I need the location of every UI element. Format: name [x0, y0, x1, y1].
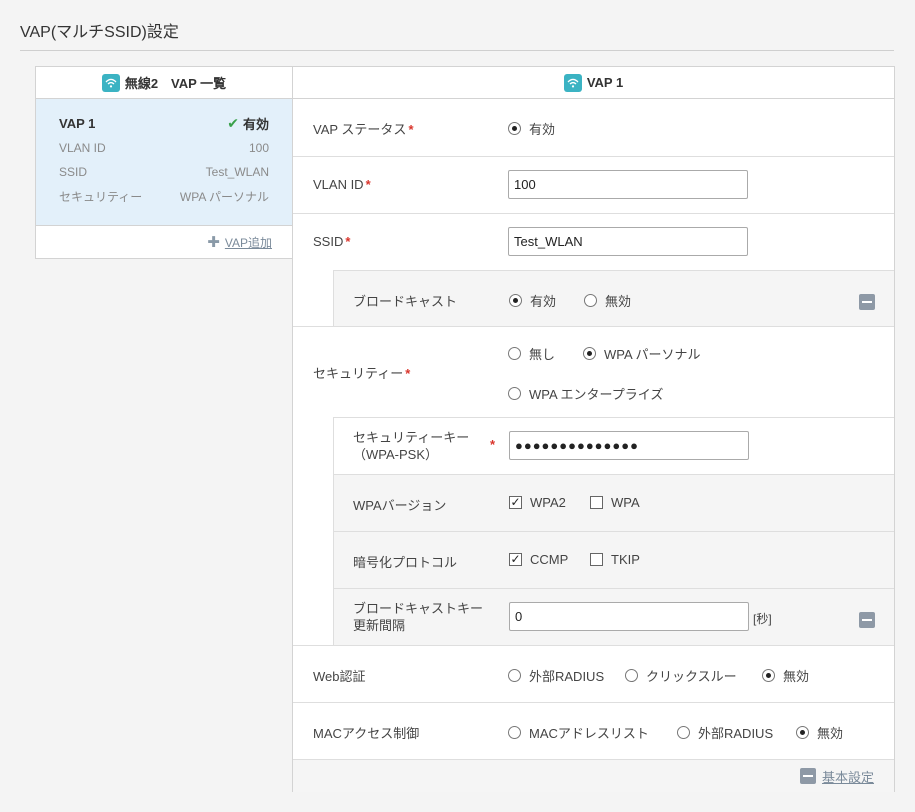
vlan-id-row: VLAN ID * — [293, 157, 894, 214]
basic-settings-footer: 基本設定 — [293, 760, 894, 792]
ssid-label: SSID * — [313, 234, 351, 249]
broadcast-key-label: ブロードキャストキー 更新間隔 — [353, 601, 484, 633]
page-title: VAP(マルチSSID)設定 — [20, 24, 179, 41]
security-row: セキュリティー * 無し WPA パーソナル WPA エンタープライズ セキュリテ… — [293, 327, 894, 646]
vap-card-row: セキュリティー WPA パーソナル — [59, 190, 269, 205]
vap-card-status: ✔ 有効 — [227, 114, 269, 132]
vap-list-header: 無線2 VAP 一覧 — [36, 67, 292, 99]
web-auth-label: Web認証 — [313, 669, 366, 684]
security-key-input[interactable] — [509, 431, 749, 460]
security-wpa-personal-radio[interactable]: WPA パーソナル — [583, 344, 701, 363]
vlan-id-label: VLAN ID * — [313, 177, 371, 192]
broadcast-disabled-radio[interactable]: 無効 — [584, 291, 631, 310]
broadcast-key-sub-row: ブロードキャストキー更新間隔 [秒] — [333, 588, 894, 645]
plus-icon[interactable]: ✚ — [207, 233, 220, 251]
add-vap-link[interactable]: VAP追加 — [225, 234, 272, 251]
web-auth-row: Web認証 外部RADIUS クリックスルー 無効 — [293, 646, 894, 703]
vap-card[interactable]: VAP 1 ✔ 有効 VLAN ID 100 SSID Test_WLAN セキュリ… — [36, 99, 292, 226]
wpa-checkbox[interactable]: WPA — [590, 495, 640, 510]
vap-status-row: VAP ステータス * 有効 — [293, 100, 894, 157]
vlan-id-input[interactable] — [508, 170, 748, 199]
vap-settings-panel: VAP 1 VAP ステータス* 有効 VLAN ID* SSID* ブロードキ… — [292, 66, 895, 792]
broadcast-key-input[interactable] — [509, 602, 749, 631]
check-icon: ✔ — [227, 114, 239, 131]
vap-settings-title: VAP 1 — [586, 75, 624, 90]
vap-settings-header: VAP 1 — [293, 67, 894, 99]
security-key-label: セキュリティーキー （WPA-PSK） — [353, 430, 470, 462]
vap-card-row: SSID Test_WLAN — [59, 165, 269, 180]
mac-address-list-radio[interactable]: MACアドレスリスト — [508, 723, 649, 742]
tkip-checkbox[interactable]: TKIP — [590, 552, 640, 567]
wpa2-checkbox[interactable]: ✓ WPA2 — [509, 495, 566, 510]
mac-access-row: MACアクセス制御 MACアドレスリスト 外部RADIUS 無効 — [293, 703, 894, 760]
wpa-version-label: WPAバージョン — [353, 498, 447, 513]
ssid-row: SSID* ブロードキャスト 有効 無効 — [293, 214, 894, 327]
mac-disabled-radio[interactable]: 無効 — [796, 723, 843, 742]
security-key-sub-row: セキュリティーキー （WPA-PSK） * — [333, 417, 894, 474]
ssid-input[interactable] — [508, 227, 748, 256]
wifi-icon — [101, 73, 120, 92]
wpa-version-sub-row: WPAバージョン ✓ WPA2 WPA — [333, 474, 894, 531]
broadcast-label: ブロードキャスト — [353, 294, 458, 309]
security-wpa-enterprise-radio[interactable]: WPA エンタープライズ — [508, 384, 663, 403]
vap-status-enabled-radio[interactable]: 有効 — [508, 119, 555, 138]
required-mark: * — [490, 437, 496, 452]
title-divider — [20, 50, 894, 51]
security-none-radio[interactable]: 無し — [508, 344, 555, 363]
wifi-icon — [563, 73, 582, 92]
web-auth-radius-radio[interactable]: 外部RADIUS — [508, 666, 604, 685]
minus-icon[interactable] — [859, 612, 875, 628]
vap-list-panel: 無線2 VAP 一覧 VAP 1 ✔ 有効 VLAN ID 100 SSID Tes… — [35, 66, 293, 259]
mac-radius-radio[interactable]: 外部RADIUS — [677, 723, 773, 742]
add-vap-row: ✚ VAP追加 — [36, 226, 292, 258]
minus-icon[interactable] — [799, 768, 816, 784]
vap-card-name: VAP 1 — [59, 115, 96, 131]
minus-icon[interactable] — [859, 294, 875, 310]
web-auth-clickthrough-radio[interactable]: クリックスルー — [625, 666, 737, 685]
mac-access-label: MACアクセス制御 — [313, 726, 420, 741]
ccmp-checkbox[interactable]: ✓ CCMP — [509, 552, 568, 567]
web-auth-disabled-radio[interactable]: 無効 — [762, 666, 809, 685]
encryption-sub-row: 暗号化プロトコル ✓ CCMP TKIP — [333, 531, 894, 588]
vap-card-row: VLAN ID 100 — [59, 140, 269, 155]
vap-status-label: VAP ステータス * — [313, 122, 414, 137]
seconds-unit: [秒] — [753, 612, 772, 626]
broadcast-sub-row: ブロードキャスト 有効 無効 — [333, 270, 894, 326]
encryption-label: 暗号化プロトコル — [353, 555, 458, 570]
security-label: セキュリティー * — [313, 366, 411, 381]
vap-list-title: 無線2 VAP 一覧 — [124, 76, 227, 91]
basic-settings-link[interactable]: 基本設定 — [822, 767, 874, 786]
broadcast-enabled-radio[interactable]: 有効 — [509, 291, 556, 310]
